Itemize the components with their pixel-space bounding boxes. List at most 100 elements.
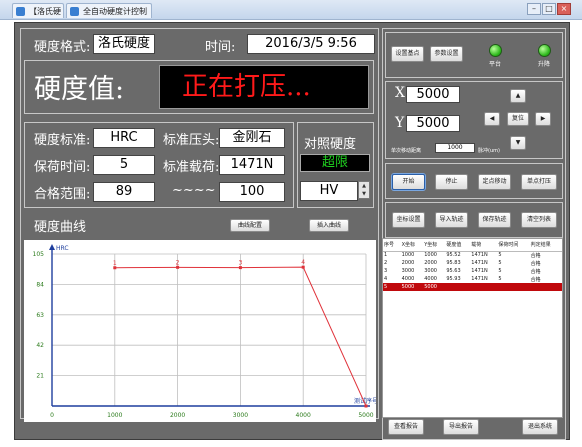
compare-status: 超限 — [300, 154, 370, 172]
platform-led-label: 平台 — [488, 61, 501, 68]
standard-field[interactable]: HRC — [93, 128, 155, 148]
table-cell — [529, 283, 562, 291]
maximize-button[interactable]: □ — [542, 3, 556, 15]
table-cell: 2000 — [401, 260, 415, 266]
table-cell: 1000 — [401, 252, 415, 259]
table-cell: 4 — [384, 276, 388, 282]
y-tick-label: 63 — [36, 312, 44, 319]
exit-button[interactable]: 退出系统 — [522, 419, 558, 435]
range-separator: ~~~~ — [172, 183, 216, 198]
clear-list-button[interactable]: 清空列表 — [521, 212, 557, 228]
standard-label: 硬度标准: — [34, 133, 91, 148]
start-button[interactable]: 开始 — [392, 174, 425, 190]
view-report-button[interactable]: 查看报告 — [388, 419, 424, 435]
indenter-label: 标准压头: — [163, 133, 220, 148]
load-label: 标准载荷: — [163, 160, 220, 175]
insert-curve-button[interactable]: 插入曲线 — [309, 219, 349, 232]
move-left-button[interactable]: ◀ — [484, 112, 500, 126]
step-unit: 脉冲(um) — [478, 148, 500, 154]
mode-label: 硬度格式: — [34, 40, 91, 55]
table-cell: 5 — [498, 268, 502, 274]
table-cell: 5 — [498, 260, 502, 266]
set-points-button[interactable]: 设置基点 — [391, 46, 424, 62]
x-tick-label: 3000 — [233, 412, 248, 419]
time-value: 2016/3/5 9:56 — [247, 34, 375, 54]
spin-up-icon[interactable]: ▲ — [359, 182, 369, 190]
range-max-field[interactable]: 100 — [219, 182, 285, 202]
import-track-button[interactable]: 导入轨迹 — [435, 212, 468, 228]
stop-button[interactable]: 停止 — [435, 174, 468, 190]
y-position-field[interactable]: 5000 — [406, 115, 460, 132]
x-position-field[interactable]: 5000 — [406, 86, 460, 103]
y-axis-label: HRC — [56, 245, 69, 252]
table-cell: 2000 — [424, 260, 437, 266]
range-label: 合格范围: — [34, 187, 91, 202]
x-tick-label: 5000 — [358, 412, 373, 419]
hardness-display: 正在打压... — [159, 65, 369, 109]
col-header[interactable]: 保荷时间 — [497, 239, 530, 252]
range-min-field[interactable]: 89 — [93, 182, 155, 202]
table-cell: 5000 — [423, 283, 446, 291]
indenter-field[interactable]: 金刚石 — [219, 128, 285, 148]
arrow-up-icon: ▲ — [515, 92, 521, 99]
hold-time-field[interactable]: 5 — [93, 155, 155, 175]
table-cell: 合格 — [530, 252, 541, 259]
col-header[interactable]: X坐标 — [400, 239, 424, 252]
table-cell: 4000 — [424, 276, 437, 282]
col-header[interactable]: 硬度值 — [445, 239, 471, 252]
table-row[interactable]: 4 4000 4000 95.93 1471N 5 合格 — [383, 275, 562, 283]
coord-settings-button[interactable]: 坐标设置 — [392, 212, 425, 228]
col-header[interactable]: 判定结果 — [529, 239, 562, 252]
spin-down-icon[interactable]: ▼ — [359, 190, 369, 198]
table-cell: 95.83 — [446, 260, 461, 266]
data-label: 4 — [301, 259, 305, 266]
y-axis-arrow-icon — [49, 244, 55, 250]
table-cell: 1 — [384, 252, 388, 259]
param-settings-button[interactable]: 参数设置 — [430, 46, 463, 62]
tab-app-title[interactable]: 全自动硬度计控制软件 — [66, 3, 152, 31]
table-cell: 1000 — [424, 252, 437, 259]
close-button[interactable]: × — [557, 3, 571, 15]
col-header[interactable]: Y坐标 — [423, 239, 446, 252]
save-track-button[interactable]: 保存轨迹 — [478, 212, 511, 228]
reset-button[interactable]: 复位 — [507, 112, 529, 126]
table-cell: 5 — [498, 252, 502, 259]
fixed-move-button[interactable]: 定点移动 — [478, 174, 511, 190]
y-tick-label: 42 — [36, 342, 44, 349]
x-tick-label: 1000 — [107, 412, 122, 419]
table-cell: 95.52 — [446, 252, 461, 259]
table-cell: 1471N — [471, 252, 488, 259]
col-header[interactable]: 载荷 — [470, 239, 498, 252]
results-table[interactable]: 序号 X坐标 Y坐标 硬度值 载荷 保荷时间 判定结果 1 1000 1000 95.… — [382, 238, 563, 418]
table-row[interactable]: 3 3000 3000 95.63 1471N 5 合格 — [383, 267, 562, 275]
move-down-button[interactable]: ▼ — [510, 136, 526, 150]
app-icon — [70, 7, 79, 16]
table-cell: 1471N — [471, 276, 488, 282]
table-row[interactable]: 1 1000 1000 95.52 1471N 5 合格 — [383, 251, 562, 259]
table-cell: 5 — [498, 276, 502, 282]
table-cell: 5000 — [400, 283, 424, 291]
window-titlebar: 【洛氏硬度】 全自动硬度计控制软件 – □ × — [0, 0, 582, 31]
tab-mode[interactable]: 【洛氏硬度】 — [12, 3, 64, 31]
single-press-button[interactable]: 单点打压 — [521, 174, 557, 190]
y-tick-label: 105 — [33, 251, 45, 258]
table-cell: 2 — [384, 260, 388, 266]
x-tick-label: 0 — [50, 412, 54, 419]
export-report-button[interactable]: 导出报告 — [443, 419, 479, 435]
table-cell: 95.93 — [446, 276, 461, 282]
lift-led-label: 升降 — [537, 61, 550, 68]
compare-scale-spinner[interactable]: ▲ ▼ — [358, 181, 370, 199]
data-label: 2 — [176, 259, 180, 266]
col-header[interactable]: 序号 — [383, 239, 401, 252]
curve-settings-button[interactable]: 曲线配置 — [230, 219, 270, 232]
minimize-button[interactable]: – — [527, 3, 541, 15]
move-right-button[interactable]: ▶ — [535, 112, 551, 126]
load-field[interactable]: 1471N — [219, 155, 285, 175]
table-row[interactable]: 2 2000 2000 95.83 1471N 5 合格 — [383, 259, 562, 267]
move-up-button[interactable]: ▲ — [510, 89, 526, 103]
arrow-right-icon: ▶ — [540, 115, 546, 122]
mode-value: 洛氏硬度 — [93, 34, 155, 54]
compare-scale-select[interactable]: HV — [300, 181, 358, 201]
table-row[interactable]: 5 5000 5000 — [383, 283, 562, 291]
step-field[interactable]: 1000 — [435, 143, 475, 153]
